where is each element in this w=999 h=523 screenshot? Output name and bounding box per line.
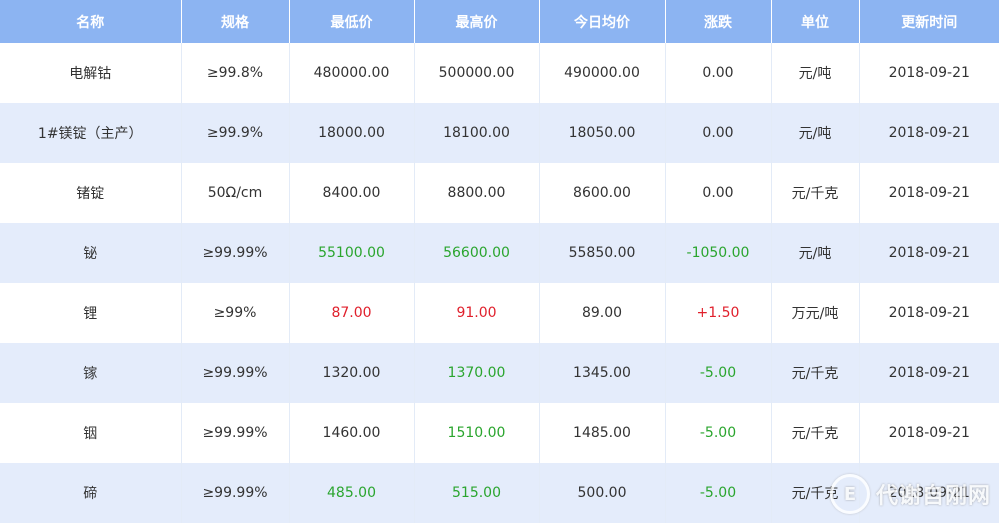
cell-unit: 元/吨 bbox=[771, 223, 860, 283]
cell-spec: ≥99.99% bbox=[181, 223, 290, 283]
cell-low-price: 485.00 bbox=[289, 463, 415, 523]
cell-updated: 2018-09-21 bbox=[859, 463, 999, 523]
cell-high-price: 1510.00 bbox=[414, 403, 540, 463]
cell-updated: 2018-09-21 bbox=[859, 163, 999, 223]
cell-unit: 万元/吨 bbox=[771, 283, 860, 343]
cell-high-price: 18100.00 bbox=[414, 103, 540, 163]
header-updated[interactable]: 更新时间 bbox=[859, 0, 999, 43]
cell-change: 0.00 bbox=[665, 163, 772, 223]
cell-unit: 元/千克 bbox=[771, 463, 860, 523]
header-row: 名称 规格 最低价 最高价 今日均价 涨跌 单位 更新时间 bbox=[0, 0, 999, 43]
cell-change: -1050.00 bbox=[665, 223, 772, 283]
cell-low-price: 18000.00 bbox=[289, 103, 415, 163]
cell-name: 碲 bbox=[0, 463, 182, 523]
cell-unit: 元/千克 bbox=[771, 163, 860, 223]
table-row[interactable]: 铟 ≥99.99% 1460.00 1510.00 1485.00 -5.00 元/千克 20… bbox=[0, 403, 999, 463]
table-row[interactable]: 碲 ≥99.99% 485.00 515.00 500.00 -5.00 元/千克 2018-… bbox=[0, 463, 999, 523]
cell-average-price: 1345.00 bbox=[539, 343, 666, 403]
cell-updated: 2018-09-21 bbox=[859, 223, 999, 283]
cell-spec: ≥99.99% bbox=[181, 463, 290, 523]
table-row[interactable]: 电解钴 ≥99.8% 480000.00 500000.00 490000.00 0.00… bbox=[0, 43, 999, 103]
table-row[interactable]: 锗锭 50Ω/cm 8400.00 8800.00 8600.00 0.00 元/千克 201… bbox=[0, 163, 999, 223]
cell-name: 1#镁锭（主产） bbox=[0, 103, 182, 163]
header-change[interactable]: 涨跌 bbox=[665, 0, 772, 43]
cell-high-price: 1370.00 bbox=[414, 343, 540, 403]
cell-high-price: 500000.00 bbox=[414, 43, 540, 103]
cell-spec: ≥99.99% bbox=[181, 343, 290, 403]
cell-change: 0.00 bbox=[665, 103, 772, 163]
cell-unit: 元/吨 bbox=[771, 43, 860, 103]
cell-high-price: 8800.00 bbox=[414, 163, 540, 223]
table-header: 名称 规格 最低价 最高价 今日均价 涨跌 单位 更新时间 bbox=[0, 0, 999, 43]
cell-updated: 2018-09-21 bbox=[859, 103, 999, 163]
cell-spec: 50Ω/cm bbox=[181, 163, 290, 223]
table-row[interactable]: 1#镁锭（主产） ≥99.9% 18000.00 18100.00 18050.00 0.… bbox=[0, 103, 999, 163]
cell-name: 锂 bbox=[0, 283, 182, 343]
cell-name: 电解钴 bbox=[0, 43, 182, 103]
cell-average-price: 490000.00 bbox=[539, 43, 666, 103]
cell-change: -5.00 bbox=[665, 463, 772, 523]
cell-spec: ≥99.8% bbox=[181, 43, 290, 103]
cell-change: 0.00 bbox=[665, 43, 772, 103]
cell-name: 锗锭 bbox=[0, 163, 182, 223]
cell-low-price: 8400.00 bbox=[289, 163, 415, 223]
header-low-price[interactable]: 最低价 bbox=[289, 0, 415, 43]
table-row[interactable]: 镓 ≥99.99% 1320.00 1370.00 1345.00 -5.00 元/千克 20… bbox=[0, 343, 999, 403]
cell-name: 铟 bbox=[0, 403, 182, 463]
cell-spec: ≥99% bbox=[181, 283, 290, 343]
cell-low-price: 87.00 bbox=[289, 283, 415, 343]
cell-high-price: 56600.00 bbox=[414, 223, 540, 283]
table-row[interactable]: 铋 ≥99.99% 55100.00 56600.00 55850.00 -1050.00… bbox=[0, 223, 999, 283]
cell-spec: ≥99.99% bbox=[181, 403, 290, 463]
header-average-price[interactable]: 今日均价 bbox=[539, 0, 666, 43]
cell-name: 镓 bbox=[0, 343, 182, 403]
cell-change: +1.50 bbox=[665, 283, 772, 343]
cell-average-price: 18050.00 bbox=[539, 103, 666, 163]
cell-unit: 元/千克 bbox=[771, 403, 860, 463]
cell-updated: 2018-09-21 bbox=[859, 43, 999, 103]
table-body: 电解钴 ≥99.8% 480000.00 500000.00 490000.00 0.00… bbox=[0, 43, 999, 523]
cell-change: -5.00 bbox=[665, 343, 772, 403]
cell-change: -5.00 bbox=[665, 403, 772, 463]
cell-average-price: 500.00 bbox=[539, 463, 666, 523]
cell-high-price: 515.00 bbox=[414, 463, 540, 523]
cell-average-price: 55850.00 bbox=[539, 223, 666, 283]
cell-updated: 2018-09-21 bbox=[859, 403, 999, 463]
cell-average-price: 1485.00 bbox=[539, 403, 666, 463]
cell-average-price: 8600.00 bbox=[539, 163, 666, 223]
cell-average-price: 89.00 bbox=[539, 283, 666, 343]
cell-low-price: 1320.00 bbox=[289, 343, 415, 403]
cell-unit: 元/吨 bbox=[771, 103, 860, 163]
cell-name: 铋 bbox=[0, 223, 182, 283]
cell-high-price: 91.00 bbox=[414, 283, 540, 343]
cell-updated: 2018-09-21 bbox=[859, 343, 999, 403]
header-name[interactable]: 名称 bbox=[0, 0, 182, 43]
cell-spec: ≥99.9% bbox=[181, 103, 290, 163]
header-unit[interactable]: 单位 bbox=[771, 0, 860, 43]
cell-low-price: 1460.00 bbox=[289, 403, 415, 463]
cell-low-price: 55100.00 bbox=[289, 223, 415, 283]
cell-low-price: 480000.00 bbox=[289, 43, 415, 103]
header-spec[interactable]: 规格 bbox=[181, 0, 290, 43]
table-row[interactable]: 锂 ≥99% 87.00 91.00 89.00 +1.50 万元/吨 2018-09-21 bbox=[0, 283, 999, 343]
cell-unit: 元/千克 bbox=[771, 343, 860, 403]
price-table: 名称 规格 最低价 最高价 今日均价 涨跌 单位 更新时间 电解钴 ≥99.8% 4… bbox=[0, 0, 999, 523]
cell-updated: 2018-09-21 bbox=[859, 283, 999, 343]
header-high-price[interactable]: 最高价 bbox=[414, 0, 540, 43]
